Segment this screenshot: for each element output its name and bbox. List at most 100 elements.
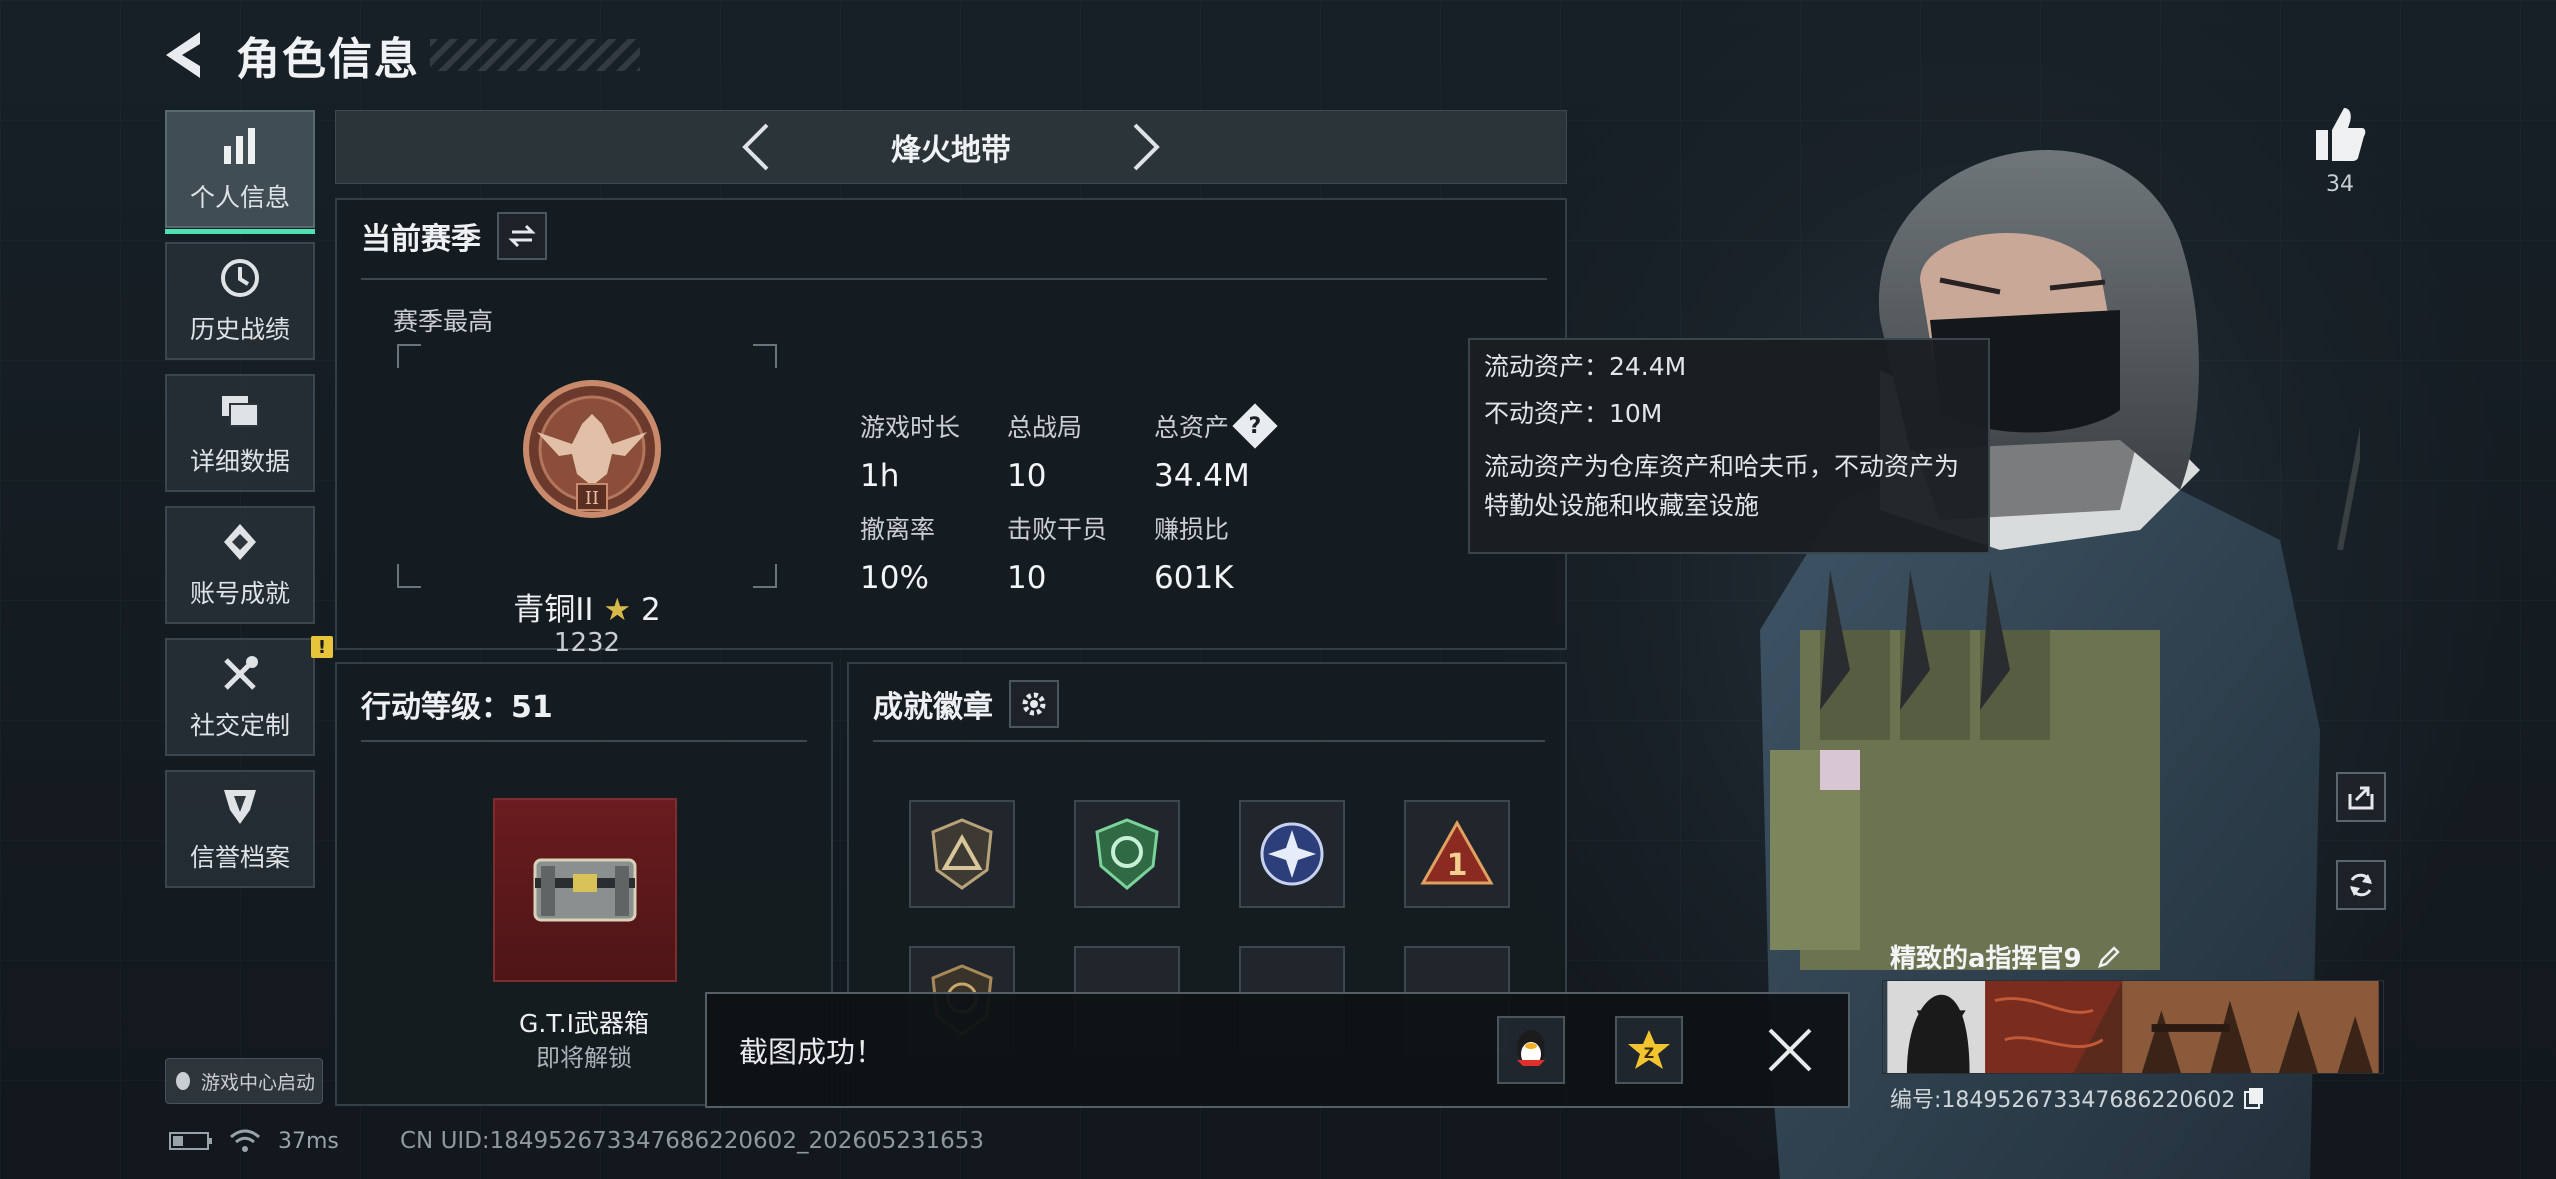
- stat-extract-rate: 撤离率 10%: [860, 510, 935, 596]
- green-shield-badge-icon: [1095, 818, 1159, 890]
- sidebar-item-personal-info[interactable]: 个人信息: [165, 110, 315, 234]
- chevron-right-icon: [1133, 123, 1160, 171]
- sidebar-item-label: 详细数据: [189, 447, 290, 476]
- stat-total-matches: 总战局 10: [1007, 408, 1082, 494]
- mode-selector: 烽火地带: [335, 110, 1567, 184]
- sidebar-item-credit-record[interactable]: 信誉档案: [165, 770, 315, 888]
- stat-value: 10: [1007, 458, 1047, 494]
- stat-label: 击败干员: [1007, 515, 1108, 544]
- sidebar-item-history[interactable]: 历史战绩: [165, 242, 315, 360]
- season-header: 当前赛季: [337, 208, 1565, 264]
- warning-badge: !: [311, 636, 333, 658]
- refresh-button[interactable]: [2336, 860, 2386, 910]
- badge-slot[interactable]: [1074, 800, 1180, 908]
- wifi-icon: [230, 1129, 260, 1152]
- page-title: 角色信息: [236, 34, 420, 85]
- season-best-label: 赛季最高: [393, 307, 494, 336]
- weapon-crate-icon: [533, 858, 637, 922]
- sidebar-item-label: 社交定制: [189, 711, 290, 740]
- refresh-icon: [2350, 873, 2372, 897]
- thumbs-up-icon[interactable]: [2312, 104, 2368, 164]
- share-button[interactable]: [2336, 772, 2386, 822]
- player-name: 精致的a指挥官9: [1890, 938, 2122, 975]
- stat-label: 游戏时长: [860, 413, 961, 442]
- history-clock-icon: [221, 259, 259, 297]
- season-divider: [361, 278, 1547, 280]
- qzone-star-icon: Z: [1628, 1030, 1670, 1069]
- help-icon[interactable]: ?: [1232, 403, 1278, 449]
- svg-text:Z: Z: [1644, 1046, 1654, 1062]
- stat-operators-defeated: 击败干员 10: [1007, 510, 1107, 596]
- stat-value: 10%: [860, 560, 929, 596]
- sidebar-item-label: 个人信息: [189, 183, 290, 212]
- sidebar-item-achievements[interactable]: 账号成就: [165, 506, 315, 624]
- gear-icon: [1022, 692, 1046, 716]
- copy-icon[interactable]: [2243, 1086, 2265, 1110]
- achievement-icon: [224, 524, 256, 560]
- bronze-rank-emblem-icon: II: [523, 380, 661, 518]
- player-name-text: 精致的a指挥官9: [1890, 944, 2082, 974]
- rank-frame: II: [397, 344, 777, 588]
- stat-label-row: 总资产 ?: [1154, 403, 1278, 449]
- shield-wing-icon: [224, 790, 256, 824]
- rank-score: 1232: [553, 628, 621, 658]
- rank-title: 青铜II: [513, 592, 594, 628]
- swap-arrows-icon: [508, 224, 536, 248]
- mode-title: 烽火地带: [891, 133, 1011, 168]
- share-export-icon: [2348, 786, 2374, 810]
- share-qzone-button[interactable]: Z: [1615, 1016, 1683, 1084]
- tooltip-description: 流动资产为仓库资产和哈夫币，不动资产为特勤处设施和收藏室设施: [1484, 452, 1960, 520]
- badges-divider: [873, 740, 1545, 742]
- sidebar: 个人信息 历史战绩 详细数据 账号成就 社交定制 ! 信誉档案: [165, 110, 333, 902]
- season-title: 当前赛季: [361, 222, 481, 257]
- qq-penguin-icon: [1517, 1030, 1545, 1066]
- sidebar-item-label: 账号成就: [189, 579, 290, 608]
- badge-slot[interactable]: [909, 800, 1015, 908]
- level-title: 行动等级：51: [361, 690, 553, 725]
- stat-label: 总战局: [1007, 413, 1083, 442]
- sidebar-item-social-custom[interactable]: 社交定制 !: [165, 636, 333, 756]
- chevron-left-icon: [742, 123, 769, 171]
- frame-corner: [397, 344, 421, 368]
- frame-corner: [753, 344, 777, 368]
- folder-stack-icon: [222, 396, 259, 427]
- mode-prev-button[interactable]: [731, 117, 781, 177]
- sidebar-item-label: 历史战绩: [189, 315, 290, 344]
- back-arrow-icon[interactable]: [160, 28, 208, 82]
- svg-text:1: 1: [1447, 848, 1468, 883]
- badges-title: 成就徽章: [873, 690, 993, 725]
- sidebar-item-label: 信誉档案: [189, 843, 290, 872]
- stat-value: 1h: [860, 458, 900, 494]
- weapon-crate-item[interactable]: [493, 798, 677, 982]
- uid-line: CN UID:18495267334768622060​2_2026052316…: [400, 1128, 985, 1154]
- share-qq-button[interactable]: [1497, 1016, 1565, 1084]
- tooltip-liquid-assets: 流动资产：24.4M: [1484, 352, 1687, 381]
- game-center-button[interactable]: 游戏中心启动: [165, 1058, 323, 1104]
- ping-value: 37ms: [278, 1128, 339, 1154]
- level-divider: [361, 740, 807, 742]
- badges-header: 成就徽章: [849, 676, 1565, 732]
- red-triangle-one-badge-icon: 1: [1420, 819, 1494, 885]
- star-compass-badge-icon: [1260, 822, 1324, 886]
- stat-label: 总资产: [1154, 413, 1230, 442]
- current-season-panel: 当前赛季 赛季最高 II 青铜II ★ 2 1232 游戏时长 1h 总战局 1…: [335, 198, 1567, 658]
- toast-message: 截图成功！: [739, 1035, 885, 1069]
- mode-next-button[interactable]: [1121, 117, 1171, 177]
- bar-chart-icon: [224, 128, 255, 164]
- badge-slot[interactable]: 1: [1404, 800, 1510, 908]
- screenshot-toast: 截图成功！ Z: [705, 992, 1850, 1108]
- svg-text:II: II: [585, 488, 599, 509]
- badges-settings-button[interactable]: [1009, 680, 1059, 728]
- stat-label: 撤离率: [860, 515, 936, 544]
- edit-pencil-icon[interactable]: [2096, 944, 2122, 970]
- player-id-text: 编号:18495267334768622060​2: [1890, 1088, 2236, 1113]
- player-id: 编号:18495267334768622060​2: [1890, 1082, 2265, 1114]
- badge-slot[interactable]: [1239, 800, 1345, 908]
- page-header: 角色信息: [160, 20, 640, 90]
- close-icon[interactable]: [1760, 1020, 1820, 1080]
- season-switch-button[interactable]: [497, 212, 547, 260]
- stat-play-time: 游戏时长 1h: [860, 408, 960, 494]
- profile-banner[interactable]: [1882, 980, 2384, 1074]
- game-center-label: 游戏中心启动: [200, 1071, 315, 1094]
- sidebar-item-detail-data[interactable]: 详细数据: [165, 374, 315, 492]
